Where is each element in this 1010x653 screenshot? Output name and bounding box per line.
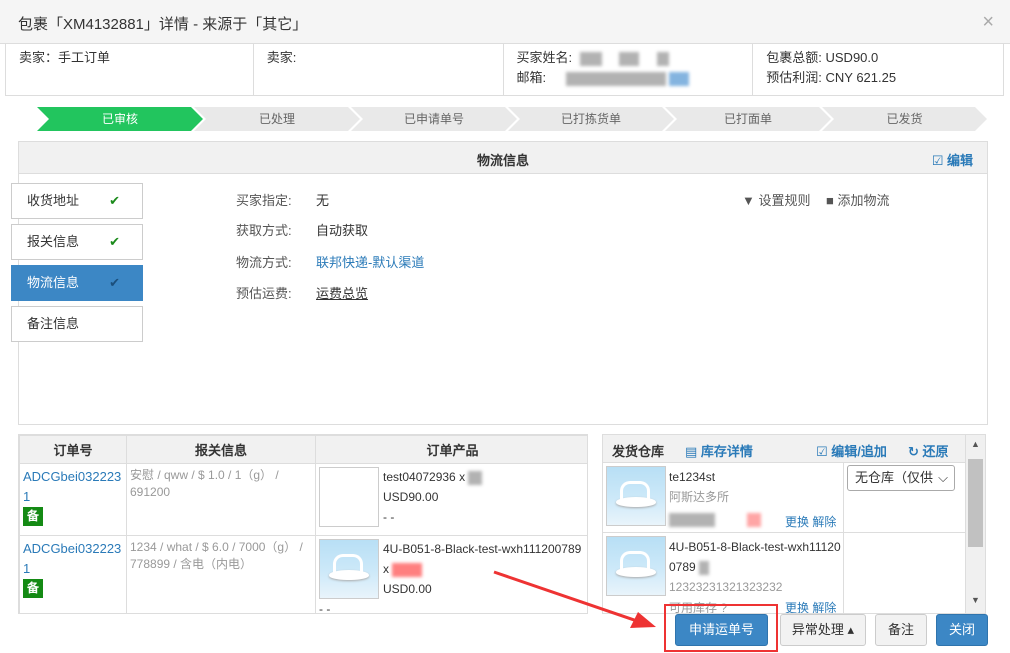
exception-label: 异常处理 (791, 622, 844, 637)
close-button[interactable]: 关闭 (936, 614, 988, 646)
annotation-arrow (493, 570, 656, 628)
apply-tracking-button[interactable]: 申请运单号 (675, 614, 768, 646)
note-button[interactable]: 备注 (875, 614, 927, 646)
caret-up-icon: ▴ (847, 622, 855, 637)
exception-handling-button[interactable]: 异常处理 ▴ (780, 614, 866, 646)
